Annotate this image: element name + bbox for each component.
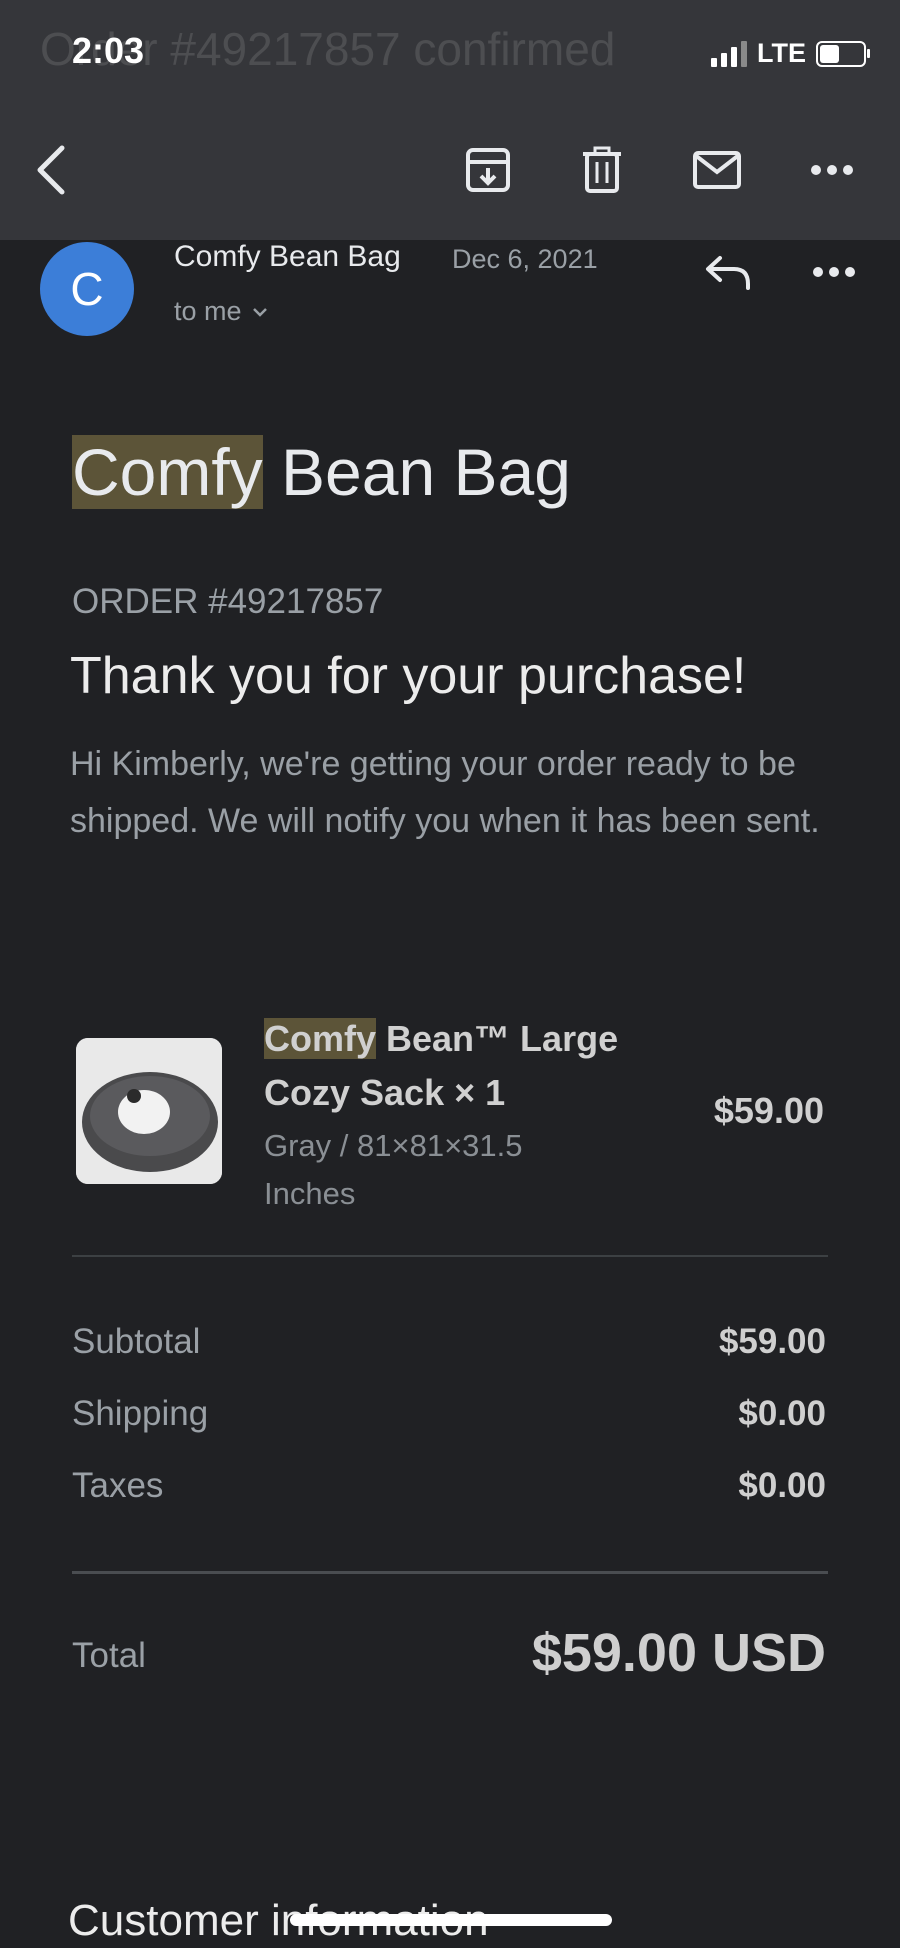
order-number: ORDER #49217857: [72, 582, 384, 621]
back-button[interactable]: [22, 140, 82, 200]
subtotal-label: Subtotal: [72, 1322, 201, 1361]
product-title[interactable]: Comfy Bean™ Large Cozy Sack × 1: [264, 1012, 664, 1120]
home-indicator[interactable]: [290, 1914, 612, 1926]
recipient-toggle[interactable]: to me: [174, 296, 268, 327]
archive-icon: [466, 148, 510, 192]
status-indicators: LTE: [711, 38, 870, 69]
reply-button[interactable]: [700, 248, 756, 296]
delete-button[interactable]: [572, 140, 632, 200]
product-price: $59.00: [713, 1090, 824, 1131]
archive-button[interactable]: [458, 140, 518, 200]
search-highlight: Comfy: [72, 435, 263, 509]
divider: [72, 1571, 828, 1574]
status-time: 2:03: [72, 30, 145, 71]
bean-bag-image: [76, 1038, 222, 1184]
taxes-value: $0.00: [738, 1466, 826, 1505]
top-toolbar: Order #49217857 confirmed 2:03 LTE: [0, 0, 900, 240]
chevron-down-icon: [252, 307, 267, 317]
more-icon: [811, 165, 853, 175]
total-value: $59.00 USD: [531, 1623, 826, 1683]
email-screen: Order #49217857 confirmed 2:03 LTE C Com…: [0, 0, 900, 1948]
recipient-label: to me: [174, 296, 242, 326]
trash-icon: [583, 146, 621, 193]
divider: [72, 1255, 828, 1257]
mark-unread-button[interactable]: [687, 140, 747, 200]
brand-rest: Bean Bag: [262, 435, 571, 509]
battery-level: [820, 44, 839, 63]
message-more-button[interactable]: [806, 248, 862, 296]
product-variant: Gray / 81×81×31.5 Inches: [264, 1128, 523, 1211]
shipping-label: Shipping: [72, 1394, 209, 1433]
thank-you-heading: Thank you for your purchase!: [70, 647, 747, 705]
subtotal-value: $59.00: [718, 1322, 826, 1361]
sender-name[interactable]: Comfy Bean Bag: [174, 240, 401, 274]
intro-text: Hi Kimberly, we're getting your order re…: [70, 745, 820, 840]
avatar[interactable]: C: [40, 242, 134, 336]
email-date: Dec 6, 2021: [452, 244, 598, 274]
signal-icon: [711, 40, 747, 67]
network-label: LTE: [757, 38, 806, 68]
product-image[interactable]: [76, 1038, 222, 1184]
battery-icon: [816, 40, 870, 67]
reply-icon: [706, 256, 750, 290]
taxes-label: Taxes: [72, 1466, 164, 1505]
store-brand-title: Comfy Bean Bag: [72, 434, 571, 510]
mail-icon: [693, 151, 741, 189]
shipping-value: $0.00: [738, 1394, 826, 1433]
more-options-button[interactable]: [802, 140, 862, 200]
search-highlight: Comfy: [264, 1018, 377, 1059]
back-arrow-icon: [37, 145, 65, 195]
total-label: Total: [72, 1636, 146, 1675]
more-icon: [813, 267, 855, 277]
